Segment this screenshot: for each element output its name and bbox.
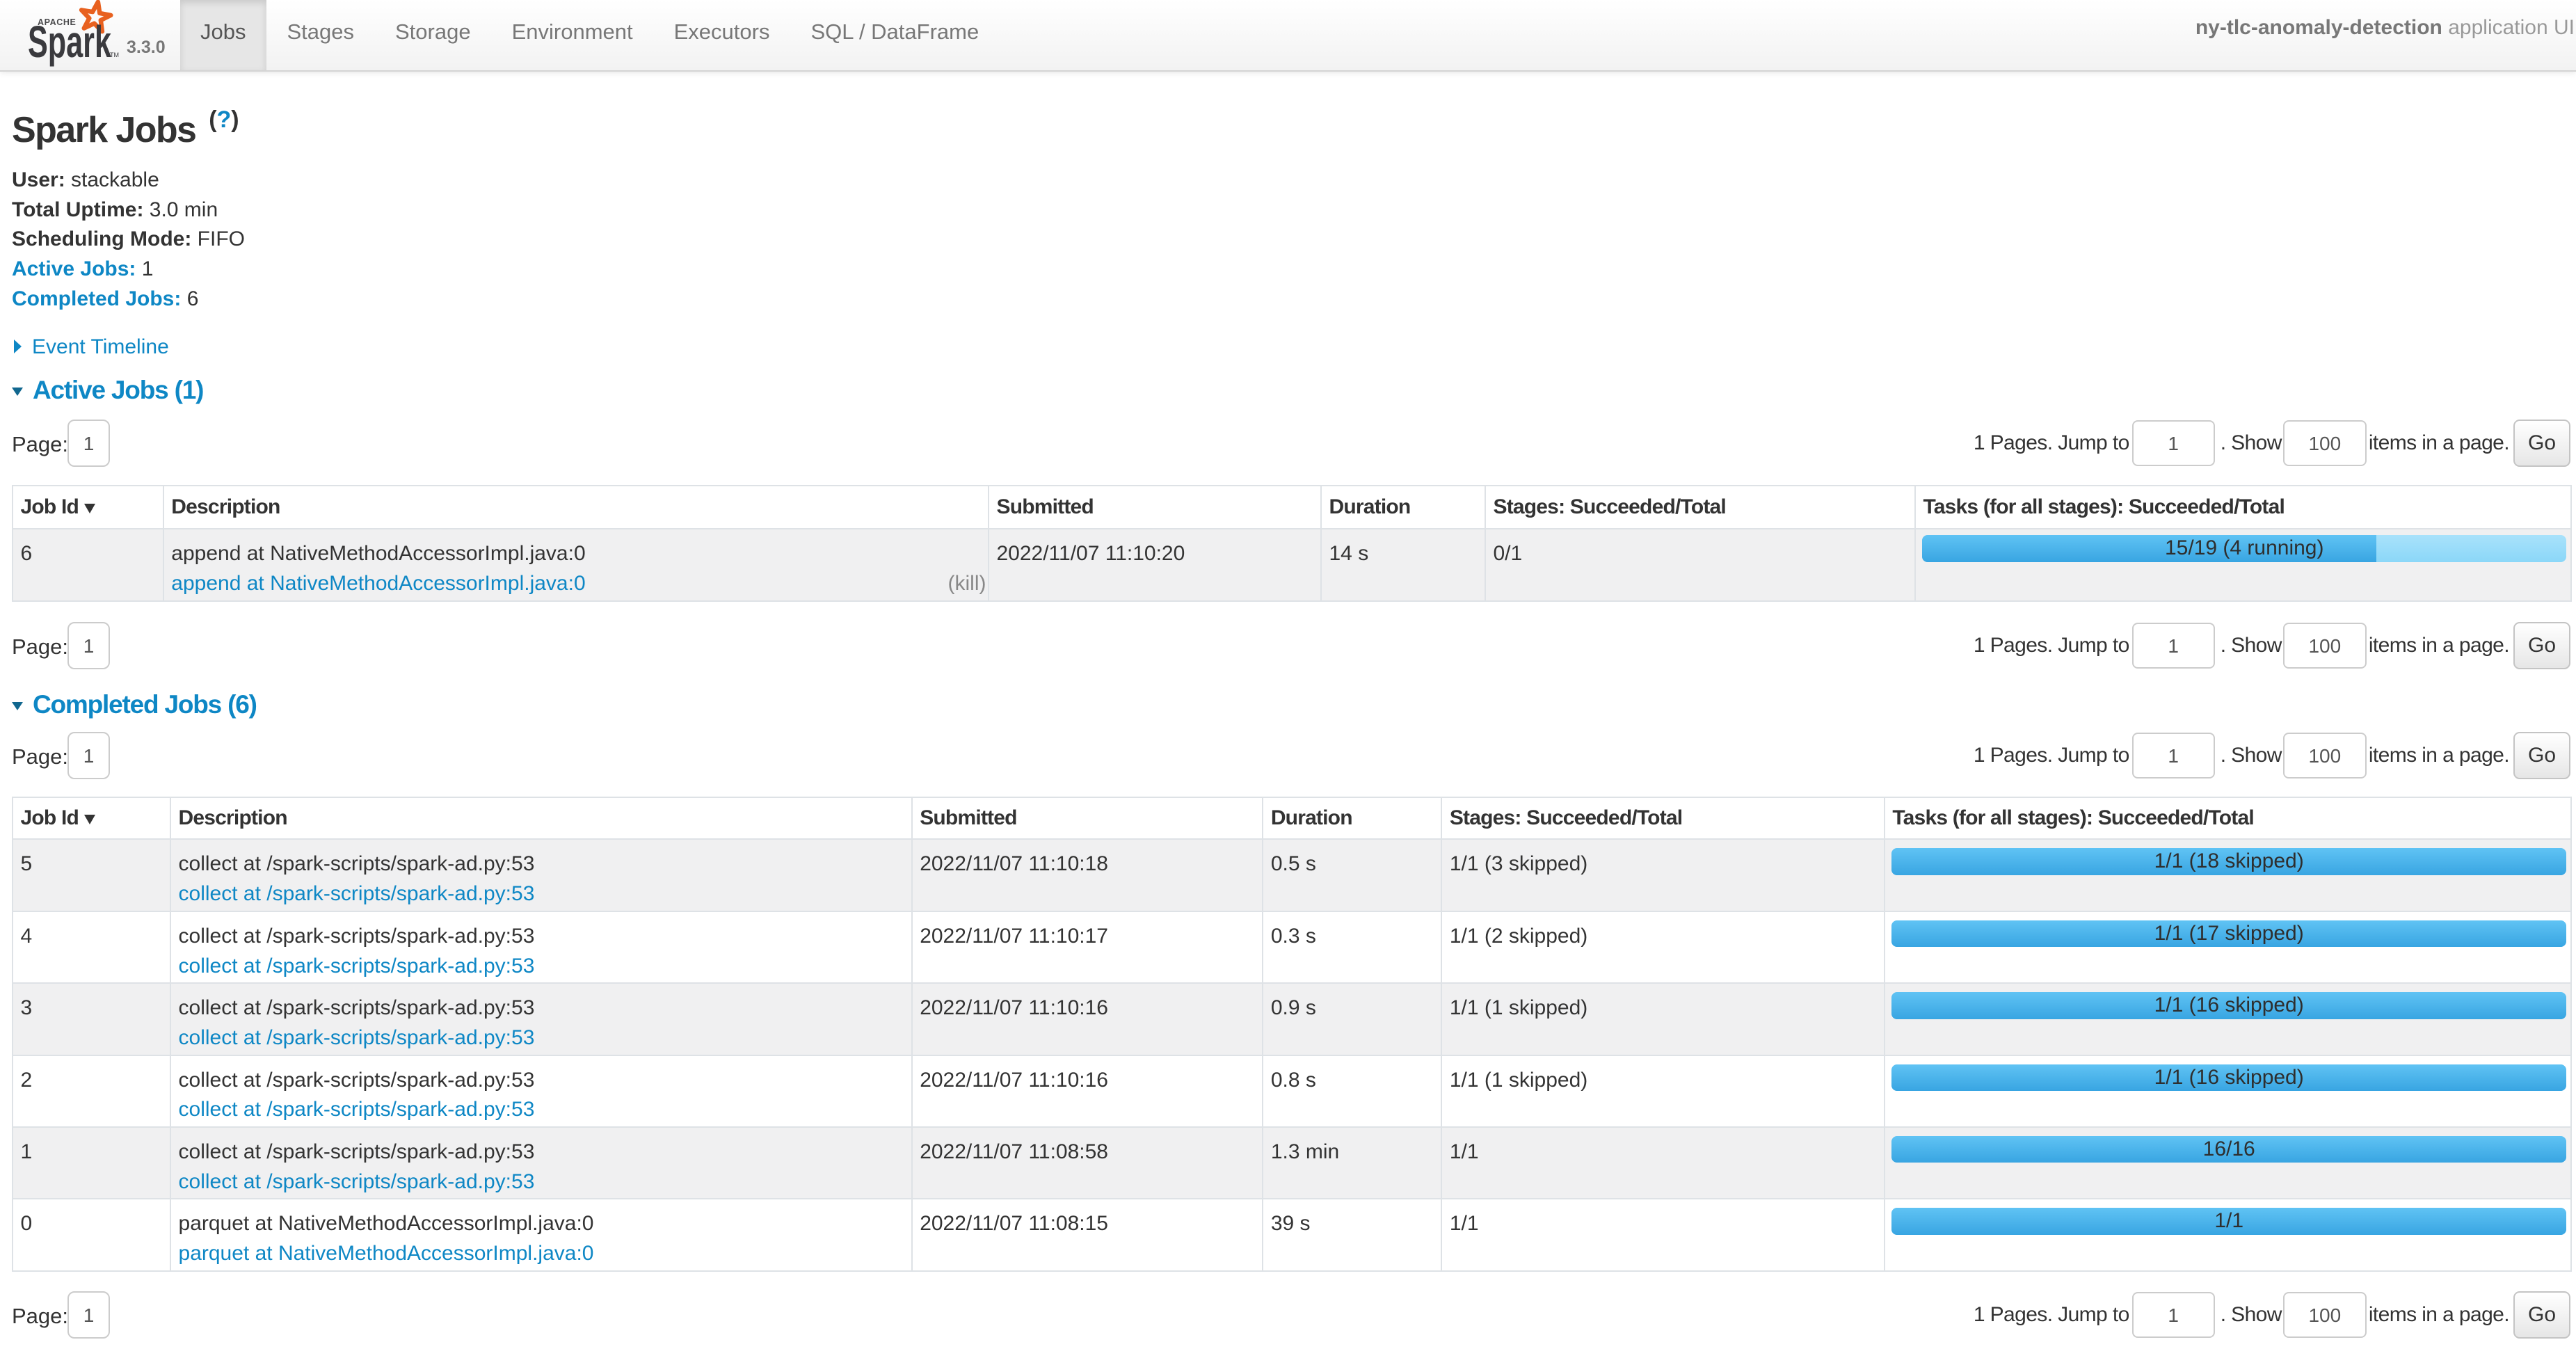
svg-text:Spark: Spark — [28, 17, 112, 67]
svg-text:TM: TM — [110, 51, 119, 58]
